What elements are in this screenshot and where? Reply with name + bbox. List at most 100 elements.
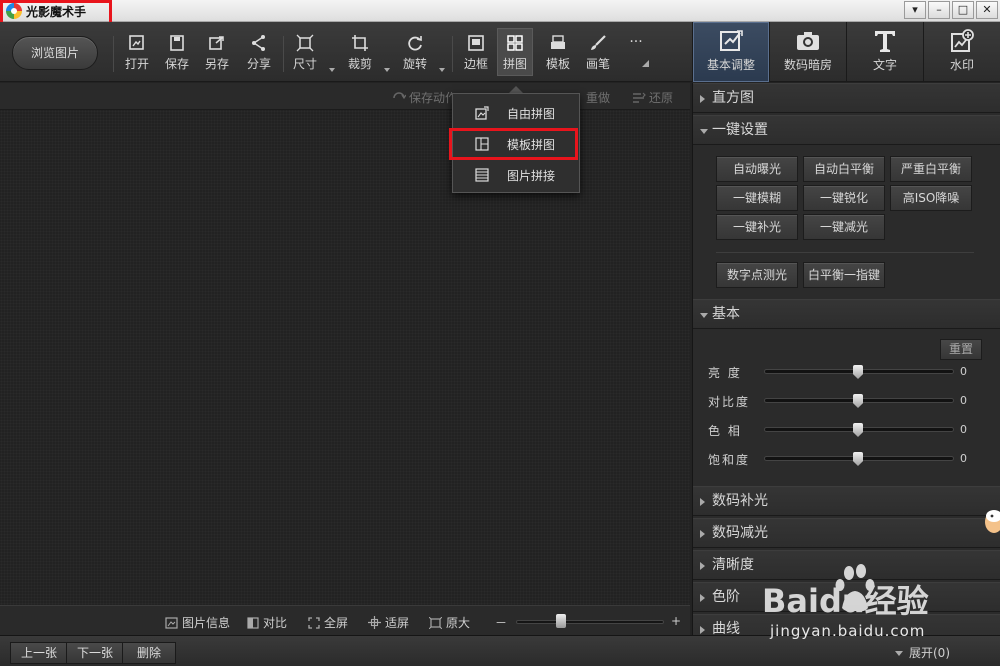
zoom-out-button[interactable]: － [495,614,507,631]
free-collage-item[interactable]: 自由拼图 [459,99,575,127]
toolbar-divider [283,36,284,72]
section-digital-reduce-light-label: 数码减光 [712,525,768,541]
tab-text-label: 文字 [872,58,897,72]
delete-image-button[interactable]: 删除 [122,642,177,664]
tab-basic-adjust-label: 基本调整 [706,58,755,72]
section-one-click[interactable]: 一键设置 [693,115,1000,145]
tab-text[interactable]: 文字 [846,22,923,82]
reset-button[interactable]: 重置 [940,339,982,360]
rotate-icon [408,36,422,51]
crop-button[interactable]: 裁剪 [342,34,378,74]
section-collapsed-icon [700,594,705,602]
template-collage-item[interactable]: 模板拼图 [459,130,575,158]
close-button[interactable]: ✕ [976,1,998,19]
border-button[interactable]: 边框 [458,34,494,74]
white-balance-picker-button[interactable]: 白平衡一指键 [803,262,885,288]
collage-button[interactable]: 拼图 [497,28,533,76]
expand-filmstrip-button[interactable]: 展开(0) [895,644,950,661]
resize-icon [296,34,314,52]
section-collapsed-icon [700,530,705,538]
image-stitch-icon [475,168,489,182]
template-icon [551,35,565,49]
maximize-button[interactable]: □ [952,1,974,19]
section-basic[interactable]: 基本 [693,299,1000,329]
menu-dropdown-button[interactable]: ▾ [904,1,926,19]
auto-white-balance-button[interactable]: 自动白平衡 [803,156,885,182]
open-button[interactable]: 打开 [119,34,155,74]
restore-label: 还原 [649,91,674,105]
fit-screen-button[interactable]: 适屏 [368,614,409,631]
section-clarity[interactable]: 清晰度 [693,550,1000,580]
section-histogram[interactable]: 直方图 [693,83,1000,113]
fullscreen-button[interactable]: 全屏 [308,614,348,631]
original-size-icon [429,616,442,629]
more-expand-icon[interactable] [642,60,649,67]
zoom-slider-thumb[interactable] [556,614,566,628]
tab-digital-darkroom[interactable]: 数码暗房 [769,22,846,82]
share-label: 分享 [246,57,271,71]
tab-basic-adjust[interactable]: 基本调整 [692,22,769,82]
tab-watermark[interactable]: 水印 [923,22,1000,82]
right-panel-tabs: 基本调整 数码暗房 文字 水印 [692,22,1000,82]
section-collapsed-icon [700,562,705,570]
compare-button[interactable]: 对比 [247,614,287,631]
section-levels-label: 色阶 [712,589,740,605]
share-button[interactable]: 分享 [241,34,277,74]
template-button[interactable]: 模板 [540,34,576,74]
brush-label: 画笔 [585,57,610,71]
resize-button[interactable]: 尺寸 [287,34,323,74]
fullscreen-label: 全屏 [324,616,349,630]
free-collage-label: 自由拼图 [507,106,556,121]
image-info-button[interactable]: 图片信息 [165,614,230,631]
restore-button[interactable]: 还原 [632,89,673,106]
save-as-button[interactable]: 另存 [199,34,235,74]
zoom-in-button[interactable]: + [671,614,681,628]
image-stitch-label: 图片拼接 [507,168,556,183]
more-tools-button[interactable]: ··· [618,34,654,74]
save-action-button[interactable]: 保存动作 [392,89,457,106]
mascot-icon [985,510,1000,533]
zoom-slider[interactable] [516,620,664,624]
auto-exposure-button[interactable]: 自动曝光 [716,156,798,182]
image-canvas[interactable] [0,110,690,605]
browse-images-button[interactable]: 浏览图片 [12,36,98,70]
border-icon [468,35,484,51]
save-action-label: 保存动作 [409,91,458,105]
one-click-fill-light-button[interactable]: 一键补光 [716,214,798,240]
spot-metering-button[interactable]: 数字点测光 [716,262,798,288]
crop-dropdown-icon[interactable] [384,68,390,72]
section-histogram-label: 直方图 [712,90,754,106]
hue-value: 0 [960,423,967,436]
collage-menu: 自由拼图 模板拼图 图片拼接 [452,93,580,193]
next-image-button[interactable]: 下一张 [66,642,125,664]
section-levels[interactable]: 色阶 [693,582,1000,612]
image-stitch-item[interactable]: 图片拼接 [459,161,575,189]
saturation-label: 饱和度 [708,453,751,467]
one-click-sharpen-button[interactable]: 一键锐化 [803,185,885,211]
watermark-icon [951,29,974,52]
original-size-button[interactable]: 原大 [429,614,470,631]
brush-button[interactable]: 画笔 [580,34,616,74]
toolbar-divider [113,36,114,72]
minimize-button[interactable]: – [928,1,950,19]
redo-label: 重做 [586,91,611,105]
border-label: 边框 [463,57,488,71]
high-iso-denoise-button[interactable]: 高ISO降噪 [890,185,972,211]
previous-image-button[interactable]: 上一张 [10,642,69,664]
section-digital-reduce-light[interactable]: 数码减光 [693,518,1000,548]
template-label: 模板 [545,57,570,71]
section-expanded-icon [700,313,708,318]
one-click-reduce-light-button[interactable]: 一键减光 [803,214,885,240]
image-info-label: 图片信息 [182,616,231,630]
resize-dropdown-icon[interactable] [329,68,335,72]
fit-screen-icon [368,616,381,629]
rotate-dropdown-icon[interactable] [439,68,445,72]
save-icon [170,35,184,51]
section-digital-fill-light[interactable]: 数码补光 [693,486,1000,516]
rotate-button[interactable]: 旋转 [397,34,433,74]
redo-button[interactable]: 重做 [586,89,610,106]
tab-watermark-label: 水印 [949,58,974,72]
strong-white-balance-button[interactable]: 严重白平衡 [890,156,972,182]
save-button[interactable]: 保存 [159,34,195,74]
one-click-blur-button[interactable]: 一键模糊 [716,185,798,211]
